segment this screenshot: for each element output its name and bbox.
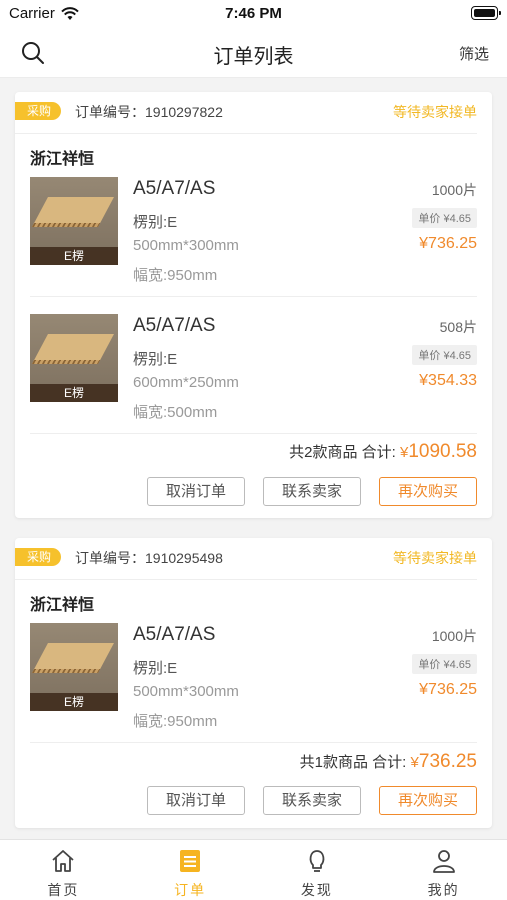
item-subtotal: ¥354.33 [419, 372, 477, 389]
product-image: E楞 [30, 177, 118, 265]
product-image: E楞 [30, 314, 118, 402]
list-icon [180, 850, 201, 872]
item-subtotal: ¥736.25 [419, 681, 477, 698]
tab-bar: 首页 订单 发现 我的 [0, 839, 507, 900]
page-title: 订单列表 [213, 46, 294, 68]
tab-label: 我的 [427, 882, 460, 898]
product-image-label: E楞 [30, 693, 118, 711]
order-type-tag: 采购 [15, 102, 62, 120]
summary-label: 共1款商品 合计: [299, 754, 411, 771]
order-item[interactable]: E楞 A5/A7/AS 楞别:E 500mm*300mm 幅宽:950mm 10… [30, 177, 477, 297]
shop-name[interactable]: 浙江祥恒 [30, 591, 94, 615]
product-width: 幅宽:950mm [133, 713, 218, 730]
shop-name[interactable]: 浙江祥恒 [30, 145, 94, 169]
product-quantity: 1000片 [431, 182, 477, 198]
order-actions: 取消订单 联系卖家 再次购买 [147, 786, 477, 815]
product-image-label: E楞 [30, 247, 118, 265]
tab-label: 首页 [47, 882, 80, 898]
item-subtotal: ¥736.25 [419, 235, 477, 252]
tab-label: 发现 [300, 882, 333, 898]
product-size: 500mm*300mm [133, 683, 239, 700]
product-flute: 楞别:E [133, 214, 178, 231]
unit-price: 单价 ¥4.65 [412, 345, 477, 365]
order-total: 736.25 [418, 751, 477, 772]
product-name: A5/A7/AS [133, 315, 216, 336]
summary-label: 共2款商品 合计: [289, 444, 400, 461]
tab-orders[interactable]: 订单 [127, 840, 254, 900]
tab-home[interactable]: 首页 [0, 840, 127, 900]
battery-icon [471, 6, 501, 20]
currency-symbol: ¥ [410, 754, 419, 771]
status-bar: Carrier 7:46 PM [0, 0, 507, 28]
status-time: 7:46 PM [225, 5, 282, 22]
product-flute: 楞别:E [133, 351, 178, 368]
order-item[interactable]: E楞 A5/A7/AS 楞别:E 500mm*300mm 幅宽:950mm 10… [30, 623, 477, 743]
product-image-label: E楞 [30, 384, 118, 402]
rebuy-button[interactable]: 再次购买 [379, 477, 477, 506]
cancel-order-button[interactable]: 取消订单 [147, 477, 245, 506]
order-card[interactable]: 采购 订单编号：1910295498 等待卖家接单 浙江祥恒 E楞 A5/A7/… [15, 538, 492, 828]
product-flute: 楞别:E [133, 660, 178, 677]
order-list: 采购 订单编号：1910297822 等待卖家接单 浙江祥恒 E楞 A5/A7/… [0, 79, 507, 839]
tab-profile[interactable]: 我的 [380, 840, 507, 900]
order-number: 订单编号：1910297822 [75, 104, 223, 120]
tab-discover[interactable]: 发现 [254, 840, 381, 900]
cancel-order-button[interactable]: 取消订单 [147, 786, 245, 815]
product-image: E楞 [30, 623, 118, 711]
product-quantity: 1000片 [431, 628, 477, 644]
nav-bar: 订单列表 筛选 [0, 28, 507, 78]
order-number: 订单编号：1910295498 [75, 550, 223, 566]
filter-button[interactable]: 筛选 [459, 43, 489, 64]
lightbulb-icon [309, 850, 325, 872]
order-summary: 共2款商品 合计: ¥1090.58 [289, 441, 477, 463]
contact-seller-button[interactable]: 联系卖家 [263, 477, 361, 506]
order-header: 采购 订单编号：1910295498 等待卖家接单 [15, 538, 477, 580]
product-width: 幅宽:500mm [133, 404, 218, 421]
divider [30, 296, 477, 297]
product-size: 500mm*300mm [133, 237, 239, 254]
rebuy-button[interactable]: 再次购买 [379, 786, 477, 815]
product-width: 幅宽:950mm [133, 267, 218, 284]
order-status: 等待卖家接单 [393, 104, 477, 120]
order-card[interactable]: 采购 订单编号：1910297822 等待卖家接单 浙江祥恒 E楞 A5/A7/… [15, 92, 492, 518]
product-quantity: 508片 [439, 319, 477, 335]
contact-seller-button[interactable]: 联系卖家 [263, 786, 361, 815]
user-icon [432, 850, 455, 873]
order-status: 等待卖家接单 [393, 550, 477, 566]
order-type-tag: 采购 [15, 548, 62, 566]
order-total: 1090.58 [408, 441, 477, 462]
divider [30, 742, 477, 743]
order-summary: 共1款商品 合计: ¥736.25 [300, 751, 477, 773]
unit-price: 单价 ¥4.65 [412, 208, 477, 228]
order-item[interactable]: E楞 A5/A7/AS 楞别:E 600mm*250mm 幅宽:500mm 50… [30, 314, 477, 434]
divider [30, 433, 477, 434]
order-header: 采购 订单编号：1910297822 等待卖家接单 [15, 92, 477, 134]
product-name: A5/A7/AS [133, 624, 216, 645]
unit-price: 单价 ¥4.65 [412, 654, 477, 674]
order-actions: 取消订单 联系卖家 再次购买 [147, 477, 477, 506]
home-icon [52, 850, 74, 872]
product-name: A5/A7/AS [133, 178, 216, 199]
tab-label: 订单 [174, 882, 207, 898]
product-size: 600mm*250mm [133, 374, 239, 391]
